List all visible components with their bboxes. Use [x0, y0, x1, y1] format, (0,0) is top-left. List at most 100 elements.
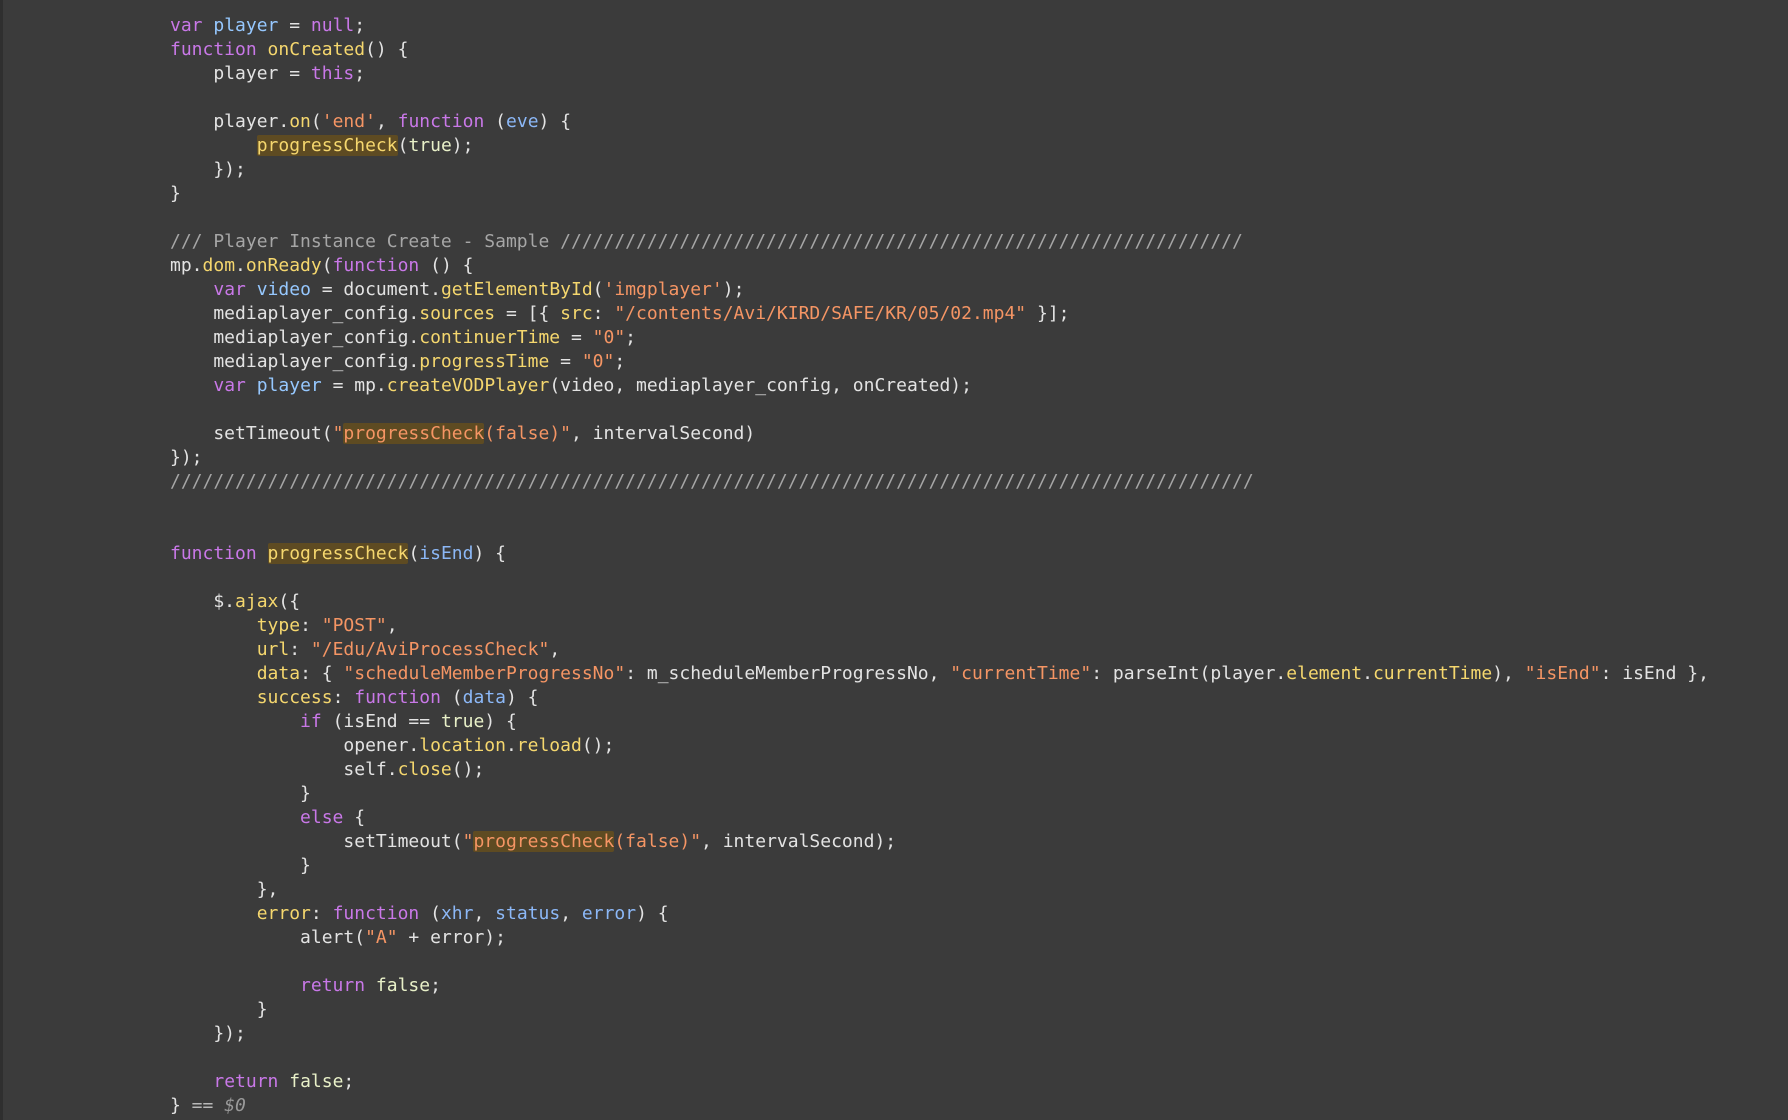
code-token: ( [419, 903, 441, 924]
code-token: setTimeout( [170, 831, 463, 852]
code-token: , [549, 639, 561, 660]
code-line: function progressCheck(isEnd) { [170, 542, 1709, 566]
code-token: mediaplayer_config. [170, 351, 420, 372]
code-token: "scheduleMemberProgressNo" [343, 663, 626, 684]
code-token: }); [170, 1023, 246, 1044]
code-line: var player = mp.createVODPlayer(video, m… [170, 374, 1709, 398]
code-token: alert( [170, 927, 366, 948]
code-token: 'end' [321, 111, 376, 132]
code-line: if (isEnd == true) { [170, 710, 1709, 734]
code-line: return false; [170, 1070, 1709, 1094]
code-token: ; [354, 15, 366, 36]
code-line: var player = null; [170, 14, 1709, 38]
code-token: = [560, 327, 593, 348]
code-token: status [495, 903, 561, 924]
code-line: player.on('end', function (eve) { [170, 110, 1709, 134]
code-token: error [581, 903, 637, 924]
script-source-code: var player = null; function onCreated() {… [170, 14, 1709, 1118]
code-line: setTimeout("progressCheck(false)", inter… [170, 830, 1709, 854]
code-token: () { [365, 39, 409, 60]
code-token: ), [1492, 663, 1525, 684]
code-token: ) { [636, 903, 669, 924]
code-line: self.close(); [170, 758, 1709, 782]
code-line: /// Player Instance Create - Sample ////… [170, 230, 1709, 254]
code-token: ) { [538, 111, 572, 132]
code-token: player = [170, 63, 311, 84]
code-token: = document. [310, 279, 441, 300]
code-line: }, [170, 878, 1709, 902]
code-token: ajax [235, 591, 279, 612]
code-token: var [213, 279, 246, 300]
code-token: { [343, 807, 366, 828]
code-line: } [170, 182, 1709, 206]
code-token: $0 [224, 1095, 246, 1116]
code-line: mp.dom.onReady(function () { [170, 254, 1709, 278]
code-token: ( [484, 111, 507, 132]
code-token: } [170, 999, 268, 1020]
code-token: close [397, 759, 452, 780]
code-line: function onCreated() { [170, 38, 1709, 62]
code-token: ; [625, 327, 637, 348]
code-token: else [300, 807, 344, 828]
code-line: mediaplayer_config.sources = [{ src: "/c… [170, 302, 1709, 326]
code-token: = [549, 351, 582, 372]
code-token: onReady [245, 255, 322, 276]
code-token: : [289, 639, 311, 660]
code-token: "/contents/Avi/KIRD/SAFE/KR/05/02.mp4" [614, 303, 1027, 324]
code-token: return [213, 1071, 279, 1092]
code-token: ; [343, 1071, 355, 1092]
code-token: (false)" [614, 831, 702, 852]
code-token: ({ [278, 591, 301, 612]
code-token: setTimeout( [170, 423, 333, 444]
code-token: mediaplayer_config. [170, 303, 420, 324]
code-token: if [300, 711, 322, 732]
code-token: ////////////////////////////////////////… [170, 471, 1254, 492]
code-token: ); [722, 279, 745, 300]
code-token: " [462, 831, 474, 852]
code-token: : m_scheduleMemberProgressNo, [625, 663, 951, 684]
code-token: , [473, 903, 496, 924]
code-token: " [332, 423, 344, 444]
code-token: getElementById [440, 279, 593, 300]
code-line: opener.location.reload(); [170, 734, 1709, 758]
code-token: "0" [581, 351, 615, 372]
code-token: , [560, 903, 582, 924]
code-token: () { [419, 255, 474, 276]
search-match-token: progressCheck [267, 543, 409, 564]
code-token: : [332, 687, 355, 708]
code-line: var video = document.getElementById('img… [170, 278, 1709, 302]
code-token: this [310, 63, 355, 84]
code-token: true [408, 135, 452, 156]
code-line: type: "POST", [170, 614, 1709, 638]
code-token: false [289, 1071, 344, 1092]
code-token: type [256, 615, 301, 636]
code-token: function [354, 687, 441, 708]
code-token: function [332, 903, 420, 924]
code-token: ) { [484, 711, 517, 732]
code-token: ; [614, 351, 626, 372]
search-match-token: progressCheck [473, 831, 615, 852]
code-token: function [170, 543, 257, 564]
code-token: } [170, 855, 311, 876]
code-token: : [310, 903, 333, 924]
code-token: var [213, 375, 246, 396]
code-token: (); [451, 759, 485, 780]
code-token: , intervalSecond); [701, 831, 897, 852]
code-token: location [419, 735, 506, 756]
code-token: player [256, 375, 322, 396]
code-line: url: "/Edu/AviProcessCheck", [170, 638, 1709, 662]
code-token: : [592, 303, 615, 324]
code-line: mediaplayer_config.progressTime = "0"; [170, 350, 1709, 374]
